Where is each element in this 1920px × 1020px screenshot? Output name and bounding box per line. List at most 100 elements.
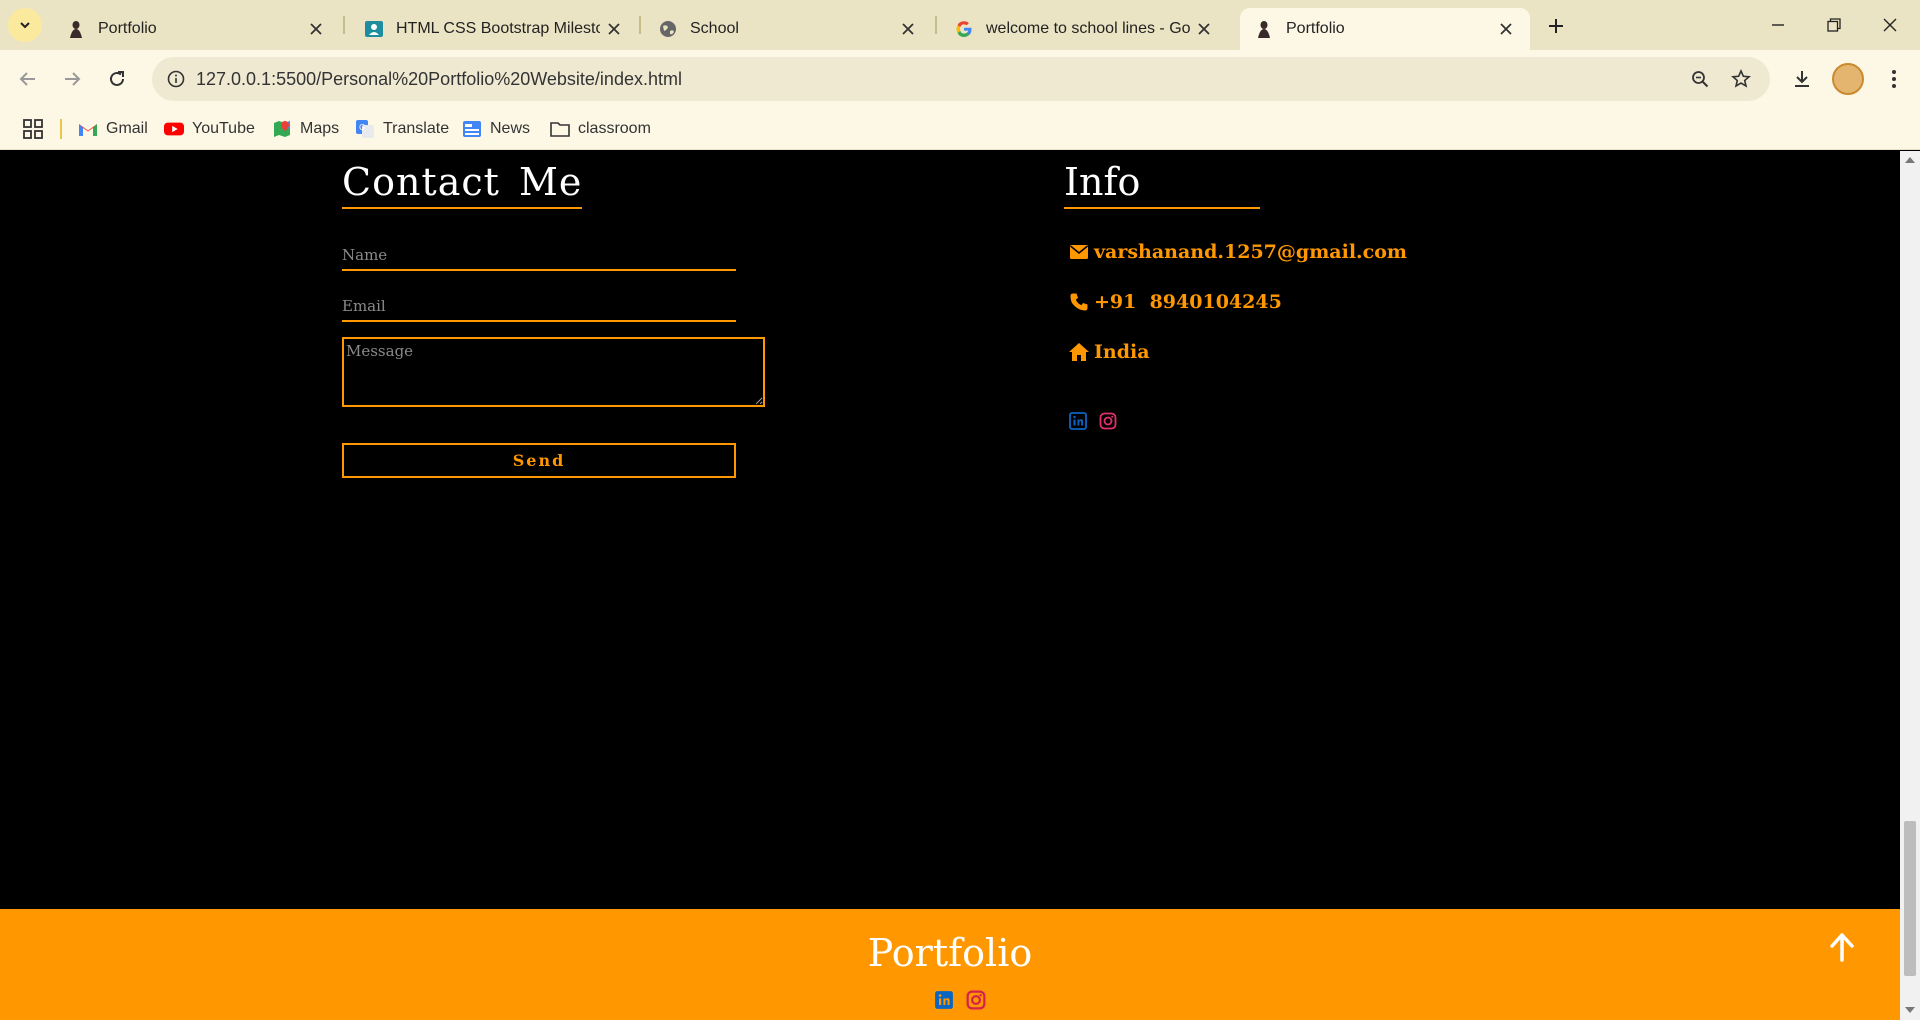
tab-title: HTML CSS Bootstrap Milestone [396, 20, 600, 37]
name-input[interactable] [342, 241, 736, 271]
info-location: India [1068, 341, 1150, 363]
address-bar[interactable]: 127.0.0.1:5500/Personal%20Portfolio%20We… [152, 57, 1770, 101]
message-textarea[interactable] [342, 337, 765, 407]
tab-google-search[interactable]: welcome to school lines - Goog [932, 8, 1228, 50]
tab-search-button[interactable] [8, 8, 42, 42]
bookmark-folder-classroom[interactable]: classroom [550, 116, 651, 142]
download-icon [1795, 71, 1809, 87]
plus-icon [1549, 19, 1563, 33]
footer-social-links [928, 989, 992, 1011]
tab-title: School [690, 20, 739, 37]
restore-icon [1827, 18, 1841, 32]
maps-icon [272, 119, 292, 139]
close-tab-icon[interactable] [894, 15, 922, 43]
youtube-icon [164, 119, 184, 139]
close-tab-icon[interactable] [1190, 15, 1218, 43]
portfolio-favicon-icon [66, 19, 86, 39]
close-tab-icon[interactable] [1492, 15, 1520, 43]
scroll-up-arrow-icon[interactable] [1905, 157, 1915, 163]
browser-menu-button[interactable] [1876, 61, 1912, 97]
info-social-links [1068, 411, 1128, 431]
classroom-favicon-icon [364, 19, 384, 39]
close-tab-icon[interactable] [600, 15, 628, 43]
profile-avatar[interactable] [1832, 63, 1864, 95]
url-text[interactable]: 127.0.0.1:5500/Personal%20Portfolio%20We… [196, 69, 682, 90]
page-viewport: Contact Me Send Info varshanand.1257@gma… [0, 151, 1900, 1020]
instagram-icon[interactable] [1098, 411, 1118, 431]
restore-button[interactable] [1806, 0, 1862, 50]
bookmark-label: classroom [578, 120, 651, 137]
info-title: Info [1064, 159, 1260, 209]
envelope-icon [1068, 241, 1090, 263]
footer-title: Portfolio [867, 931, 1033, 975]
chevron-down-icon [20, 22, 30, 29]
svg-text:G: G [359, 123, 365, 132]
apps-grid-icon[interactable] [22, 118, 44, 140]
info-phone[interactable]: +91 8940104245 [1068, 291, 1282, 313]
tab-portfolio-1[interactable]: Portfolio [44, 8, 340, 50]
back-button[interactable] [10, 61, 46, 97]
home-icon [1068, 341, 1090, 363]
bookmarks-bar: Gmail YouTube Maps G Translate News clas… [0, 108, 1920, 150]
bookmark-label: Maps [300, 120, 340, 137]
bookmark-label: YouTube [192, 120, 255, 137]
downloads-button[interactable] [1784, 61, 1820, 97]
bookmark-maps[interactable]: Maps [272, 116, 339, 142]
close-window-button[interactable] [1862, 0, 1918, 50]
minimize-button[interactable] [1750, 0, 1806, 50]
info-email[interactable]: varshanand.1257@gmail.com [1068, 241, 1407, 263]
tab-school[interactable]: School [636, 8, 932, 50]
folder-icon [550, 119, 570, 139]
instagram-icon[interactable] [965, 989, 987, 1011]
tab-html-css-bootstrap[interactable]: HTML CSS Bootstrap Milestone [342, 8, 638, 50]
info-location-text: India [1094, 341, 1150, 363]
bookmark-youtube[interactable]: YouTube [164, 116, 255, 142]
globe-favicon-icon [658, 19, 678, 39]
forward-button[interactable] [54, 61, 90, 97]
close-tab-icon[interactable] [302, 15, 330, 43]
more-vertical-icon [1892, 70, 1896, 88]
bookmarks-separator [60, 119, 62, 139]
tab-strip: Portfolio HTML CSS Bootstrap Milestone S… [0, 0, 1920, 50]
browser-toolbar: 127.0.0.1:5500/Personal%20Portfolio%20We… [0, 50, 1920, 108]
zoom-icon[interactable] [1686, 65, 1714, 93]
bookmark-gmail[interactable]: Gmail [78, 116, 148, 142]
reload-icon [110, 71, 124, 86]
portfolio-favicon-icon [1254, 19, 1274, 39]
new-tab-button[interactable] [1540, 10, 1572, 42]
bookmark-star-icon[interactable] [1727, 65, 1755, 93]
send-button[interactable]: Send [342, 443, 736, 478]
arrow-right-icon [65, 72, 81, 86]
site-footer: Portfolio [0, 909, 1900, 1020]
page-scrollbar[interactable] [1900, 151, 1920, 1020]
close-icon [1883, 18, 1897, 32]
scroll-to-top-button[interactable] [1824, 927, 1860, 967]
arrow-up-icon [1830, 933, 1854, 962]
scrollbar-thumb[interactable] [1904, 821, 1916, 976]
gmail-icon [78, 119, 98, 139]
bookmark-news[interactable]: News [462, 116, 530, 142]
bookmark-label: News [490, 120, 531, 137]
bookmark-label: Gmail [106, 120, 148, 137]
tab-title: welcome to school lines - Goog [986, 20, 1190, 37]
linkedin-icon[interactable] [933, 989, 955, 1011]
contact-title: Contact Me [342, 159, 583, 209]
email-input[interactable] [342, 292, 736, 322]
scroll-down-arrow-icon[interactable] [1905, 1007, 1915, 1013]
news-icon [462, 119, 482, 139]
google-favicon-icon [954, 19, 974, 39]
translate-icon: G [355, 119, 375, 139]
tab-title: Portfolio [98, 20, 157, 37]
minimize-icon [1772, 24, 1784, 26]
info-email-text: varshanand.1257@gmail.com [1094, 241, 1407, 263]
linkedin-icon[interactable] [1068, 411, 1088, 431]
tab-title: Portfolio [1286, 20, 1345, 37]
phone-icon [1068, 291, 1090, 313]
info-phone-text: +91 8940104245 [1094, 291, 1282, 313]
bookmark-label: Translate [383, 120, 450, 137]
reload-button[interactable] [99, 61, 135, 97]
site-info-icon[interactable] [162, 65, 190, 93]
tab-portfolio-active[interactable]: Portfolio [1240, 8, 1530, 50]
bookmark-translate[interactable]: G Translate [355, 116, 449, 142]
arrow-left-icon [19, 72, 35, 86]
